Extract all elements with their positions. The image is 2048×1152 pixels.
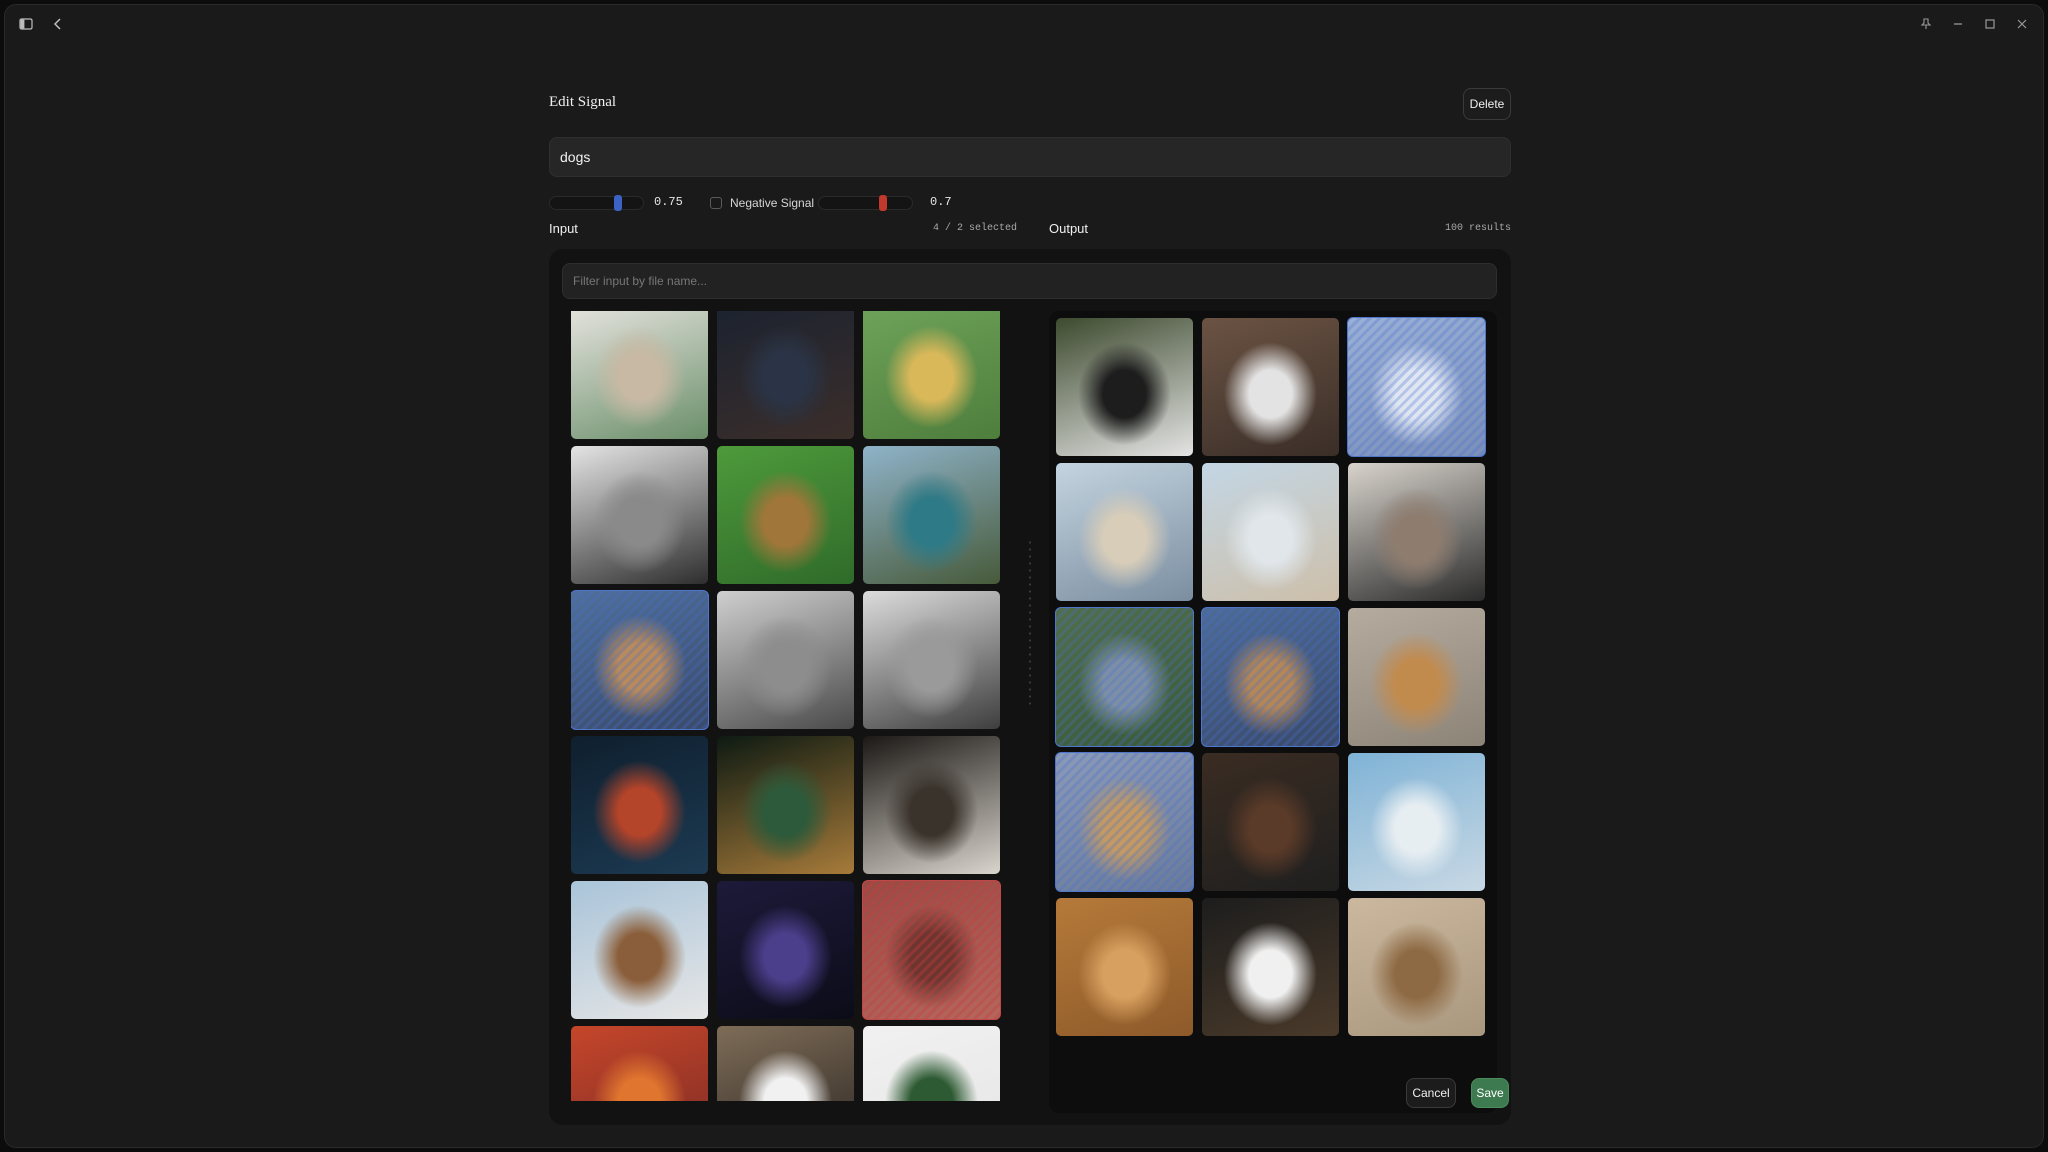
image-thumbnail [863,591,1000,729]
image-tile-collie-puppy[interactable] [1202,898,1339,1036]
delete-button[interactable]: Delete [1463,88,1511,120]
output-label: Output [1049,221,1089,236]
resize-handle[interactable] [1027,539,1033,709]
image-thumbnail [717,736,854,874]
image-tile-cliff-bw[interactable] [571,446,708,584]
edit-signal-dialog: Edit Signal Delete dogs 0.75 Negative Si… [545,85,1511,1125]
app-window: Edit Signal Delete dogs 0.75 Negative Si… [4,4,2044,1148]
signal-controls: 0.75 Negative Signal 0.7 [549,191,1511,211]
negative-weight-slider[interactable] [818,195,913,211]
image-tile-rio-bw[interactable] [717,591,854,729]
image-tile-cat-red[interactable] [862,880,1001,1020]
positive-weight-thumb[interactable] [614,195,622,211]
output-results-count: 100 results [1444,223,1511,234]
image-tile-tuxedo-cat[interactable] [717,1026,854,1101]
back-chevron-icon[interactable] [49,15,67,33]
output-pane [1049,311,1497,1113]
pin-icon[interactable] [1917,15,1935,33]
image-tile-lightning[interactable] [717,881,854,1019]
image-tile-cave-dark[interactable] [863,736,1000,874]
image-thumbnail [1056,318,1193,456]
image-thumbnail [571,1026,708,1101]
negative-weight-thumb[interactable] [879,195,887,211]
input-label: Input [549,221,578,236]
image-tile-city-night[interactable] [571,736,708,874]
image-tile-dog-in-snow[interactable] [1348,753,1485,891]
image-thumbnail [1202,463,1339,601]
cancel-button[interactable]: Cancel [1406,1078,1456,1108]
signal-query-input[interactable]: dogs [549,137,1511,177]
image-tile-sports-car[interactable] [863,591,1000,729]
image-tile-dog-on-beach[interactable] [1056,463,1193,601]
selection-overlay [1056,608,1193,746]
image-tile-golden-puppy-ball[interactable] [1348,608,1485,746]
image-thumbnail [1348,608,1485,746]
image-tile-bird-on-branch[interactable] [717,736,854,874]
image-thumbnail [571,736,708,874]
negative-signal-checkbox[interactable] [710,197,722,209]
image-thumbnail [1202,753,1339,891]
input-image-grid [571,311,1003,1101]
filter-input[interactable]: Filter input by file name... [562,263,1497,299]
negative-weight-value: 0.7 [930,195,952,209]
negative-signal-label: Negative Signal [730,196,815,210]
image-thumbnail [1202,318,1339,456]
image-thumbnail [1202,898,1339,1036]
image-tile-corgi-on-rocks-output[interactable] [1201,607,1340,747]
image-tile-samoyed-smile[interactable] [1347,317,1486,457]
image-thumbnail [571,311,708,439]
image-tile-woman-with-ball[interactable] [863,311,1000,439]
image-thumbnail [863,311,1000,439]
save-button[interactable]: Save [1471,1078,1509,1108]
image-tile-bench-by-sea[interactable] [1202,463,1339,601]
selection-overlay [571,591,708,729]
sidebar-toggle-icon[interactable] [17,15,35,33]
image-thumbnail [717,1026,854,1101]
dialog-title: Edit Signal [549,94,617,110]
image-tile-golden-lying-down[interactable] [1056,898,1193,1036]
image-thumbnail [717,446,854,584]
selection-overlay [1056,753,1193,891]
image-thumbnail [1348,753,1485,891]
selection-overlay [863,881,1000,1019]
image-thumbnail [863,446,1000,584]
image-thumbnail [1056,463,1193,601]
image-thumbnail [863,1026,1000,1101]
image-thumbnail [571,881,708,1019]
titlebar-right [1917,15,2031,33]
image-thumbnail [717,591,854,729]
image-thumbnail [1348,898,1485,1036]
image-tile-mountain-lake[interactable] [863,446,1000,584]
image-tile-plant-white[interactable] [863,1026,1000,1101]
image-tile-schnauzer-jumping[interactable] [1055,607,1194,747]
image-tile-snowy-mountains[interactable] [571,881,708,1019]
image-tile-border-collie-sitting[interactable] [1056,318,1193,456]
selection-overlay [1348,318,1485,456]
input-selection-count: 4 / 2 selected [933,223,1018,234]
image-thumbnail [571,446,708,584]
image-tile-lion[interactable] [717,446,854,584]
image-thumbnail [1056,898,1193,1036]
positive-weight-slider[interactable] [549,195,644,211]
image-thumbnail [717,311,854,439]
image-tile-christmas-ornaments[interactable] [571,311,708,439]
image-tile-dog-in-sand[interactable] [1348,898,1485,1036]
image-tile-chocolate-lab[interactable] [1202,753,1339,891]
image-thumbnail [1348,463,1485,601]
positive-weight-value: 0.75 [654,195,683,209]
image-tile-corgi-on-rocks[interactable] [571,590,709,730]
titlebar-left [17,15,67,33]
close-icon[interactable] [2013,15,2031,33]
maximize-icon[interactable] [1981,15,1999,33]
signal-panel: Filter input by file name... [549,249,1511,1125]
selection-overlay [1202,608,1339,746]
image-thumbnail [717,881,854,1019]
image-tile-sunset-sky[interactable] [571,1026,708,1101]
image-tile-golden-retriever-fence[interactable] [1055,752,1194,892]
minimize-icon[interactable] [1949,15,1967,33]
image-tile-man-at-dusk[interactable] [717,311,854,439]
image-thumbnail [863,736,1000,874]
image-tile-woman-hugging-husky[interactable] [1348,463,1485,601]
image-tile-husky-with-hand[interactable] [1202,318,1339,456]
